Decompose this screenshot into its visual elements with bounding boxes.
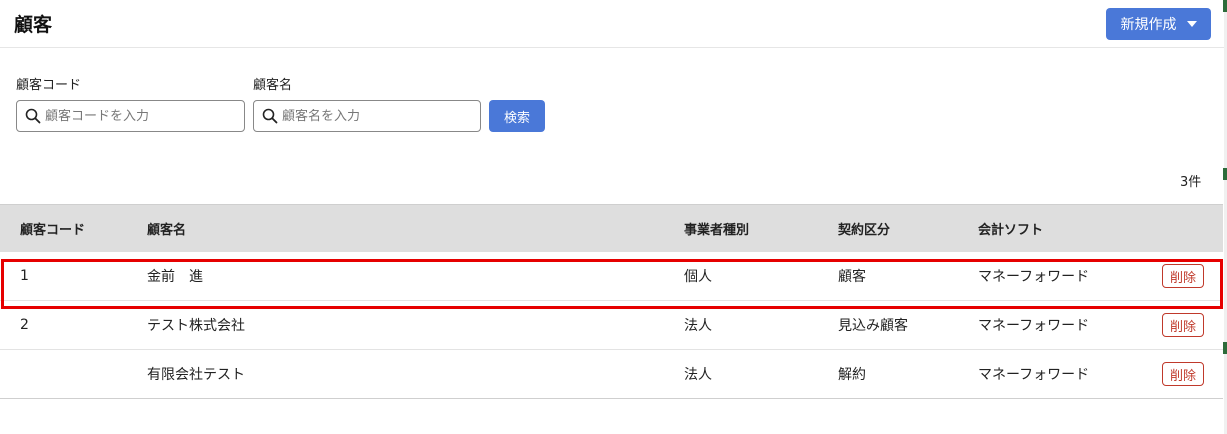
column-header-type[interactable]: 事業者種別	[684, 219, 749, 238]
column-header-software[interactable]: 会計ソフト	[978, 219, 1043, 238]
cell-type: 法人	[684, 318, 712, 334]
page-header: 顧客 新規作成	[0, 0, 1227, 48]
cell-software: マネーフォワード	[978, 367, 1090, 383]
search-icon	[262, 108, 278, 124]
cell-name[interactable]: 有限会社テスト	[147, 364, 245, 384]
customer-name-field[interactable]	[253, 100, 481, 132]
table-row[interactable]: 2 テスト株式会社 法人 見込み顧客 マネーフォワード 削除	[0, 301, 1223, 350]
cell-contract: 解約	[838, 367, 866, 383]
page-title: 顧客	[14, 14, 53, 36]
search-icon	[25, 108, 41, 124]
column-header-code[interactable]: 顧客コード	[20, 219, 85, 238]
table-row[interactable]: 1 金前 進 個人 顧客 マネーフォワード 削除	[0, 252, 1223, 301]
cell-contract: 顧客	[838, 269, 866, 285]
cell-code: 1	[20, 268, 29, 284]
customer-code-input[interactable]	[45, 108, 225, 124]
cell-name[interactable]: テスト株式会社	[147, 315, 245, 335]
table-header: 顧客コード 顧客名 事業者種別 契約区分 会計ソフト	[0, 204, 1223, 252]
cell-contract: 見込み顧客	[838, 318, 908, 334]
window-edge-marker	[1223, 0, 1227, 12]
window-edge-marker	[1223, 342, 1227, 354]
cell-code: 2	[20, 317, 29, 333]
window-edge-marker	[1223, 168, 1227, 180]
customer-name-input[interactable]	[282, 108, 462, 124]
column-header-name[interactable]: 顧客名	[147, 219, 186, 238]
delete-button[interactable]: 削除	[1162, 313, 1204, 337]
cell-software: マネーフォワード	[978, 318, 1090, 334]
customer-code-label: 顧客コード	[16, 78, 82, 93]
customer-name-label: 顧客名	[253, 78, 293, 93]
new-create-label: 新規作成	[1120, 17, 1177, 33]
search-button[interactable]: 検索	[489, 100, 545, 132]
result-count: 3件	[1180, 175, 1202, 190]
new-create-button[interactable]: 新規作成	[1106, 8, 1211, 40]
customer-table: 顧客コード 顧客名 事業者種別 契約区分 会計ソフト 1 金前 進 個人 顧客 …	[0, 204, 1223, 399]
caret-down-icon	[1186, 21, 1197, 27]
customer-code-field[interactable]	[16, 100, 245, 132]
column-header-contract[interactable]: 契約区分	[838, 219, 890, 238]
cell-software: マネーフォワード	[978, 269, 1090, 285]
cell-type: 個人	[684, 269, 712, 285]
cell-name[interactable]: 金前 進	[147, 266, 203, 286]
table-row[interactable]: 有限会社テスト 法人 解約 マネーフォワード 削除	[0, 350, 1223, 399]
delete-button[interactable]: 削除	[1162, 264, 1204, 288]
cell-type: 法人	[684, 367, 712, 383]
delete-button[interactable]: 削除	[1162, 362, 1204, 386]
